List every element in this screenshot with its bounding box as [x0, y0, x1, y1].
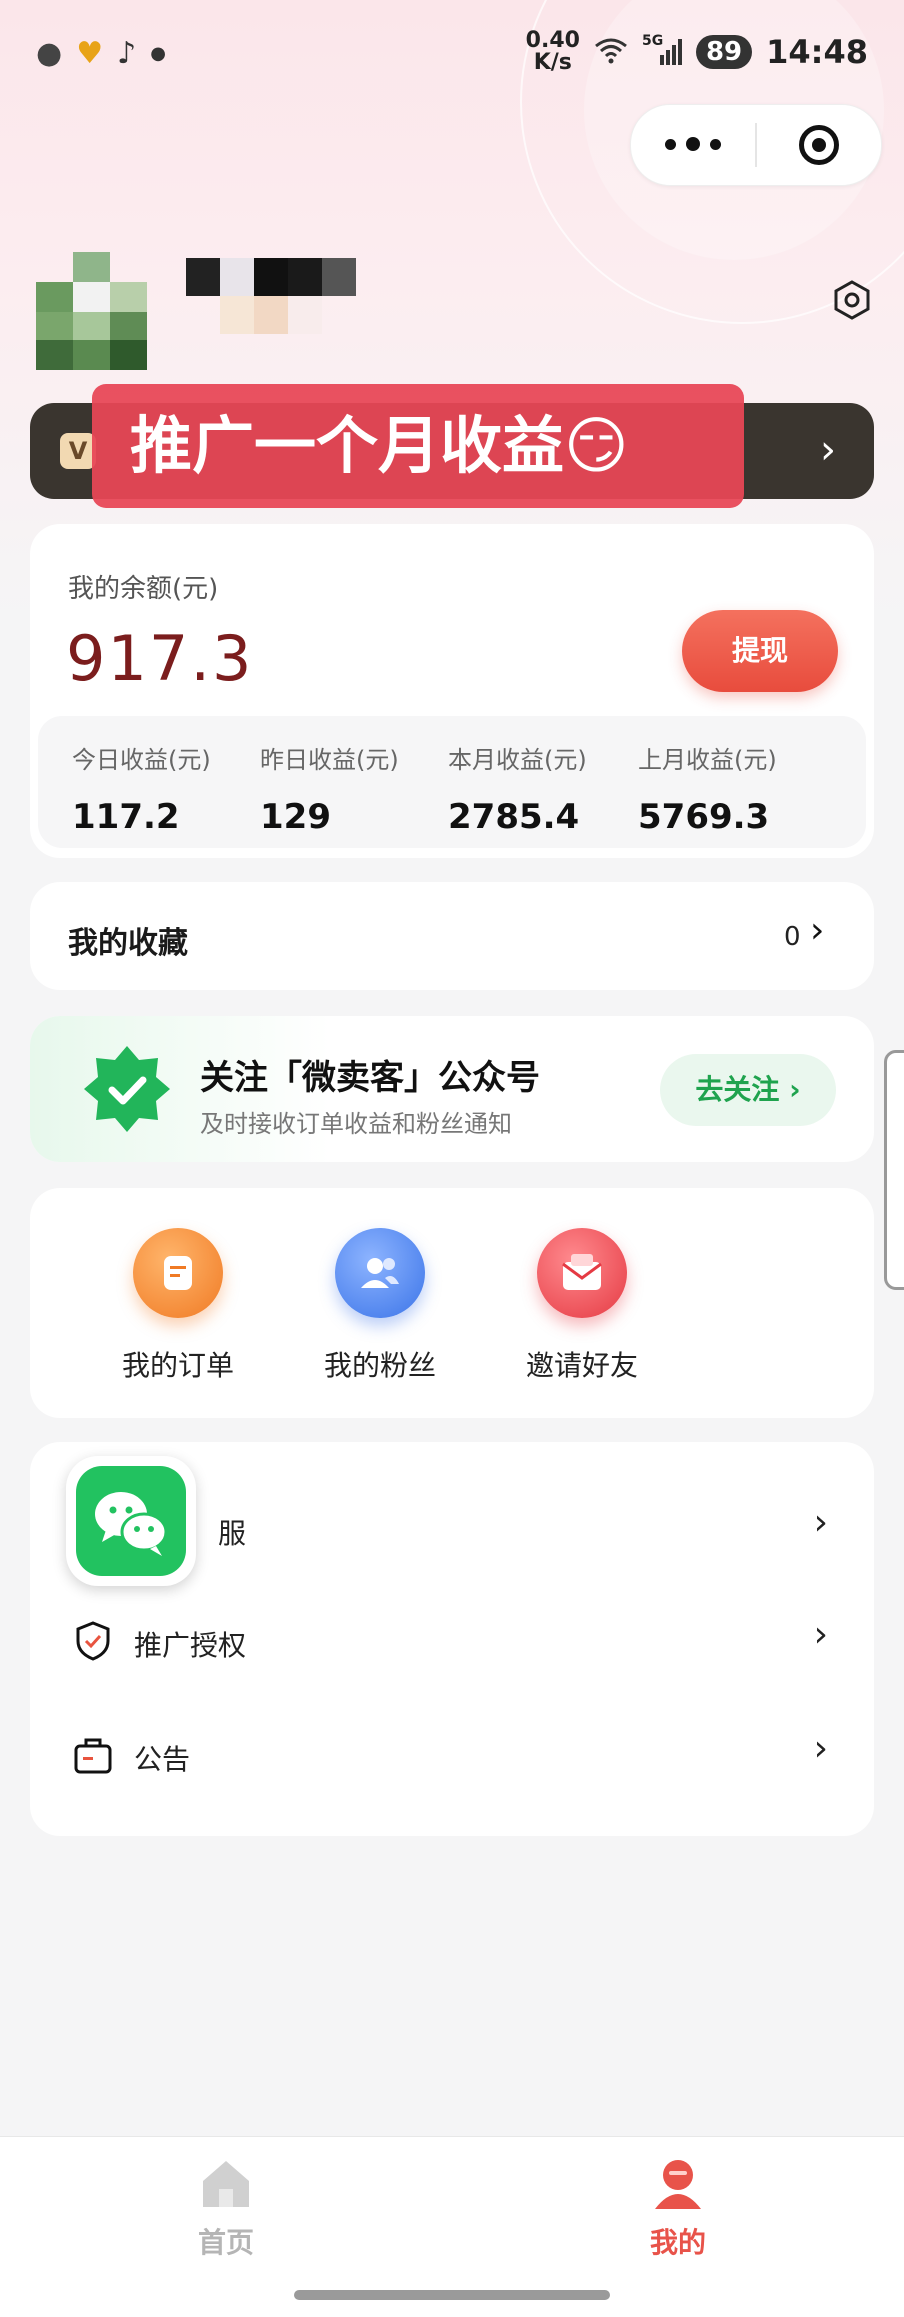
shortcut-invite-friends[interactable]: 邀请好友	[492, 1228, 672, 1384]
menu-item-label: 推广授权	[134, 1629, 247, 1662]
favorites-row[interactable]: 我的收藏 0 ›	[30, 882, 874, 990]
clock: 14:48	[766, 33, 868, 71]
balance-card: 我的余额(元) 917.3 提现 今日收益(元) 117.2 昨日收益(元) 1…	[30, 524, 874, 858]
favorites-count: 0	[784, 922, 801, 952]
chevron-right-icon: ›	[820, 427, 836, 473]
follow-button[interactable]: 去关注 ›	[660, 1054, 836, 1126]
fans-icon	[335, 1228, 425, 1318]
menu-item-announcement[interactable]: 公告 ›	[30, 1702, 874, 1802]
chevron-right-icon: ›	[810, 910, 825, 951]
menu-item-label: 公告	[134, 1743, 191, 1776]
battery-indicator: 89	[695, 35, 753, 69]
orders-icon	[133, 1228, 223, 1318]
overlay-caption: 推广一个月收益😏	[92, 384, 744, 508]
notification-icons: ● ♥ ♪ ●	[36, 36, 166, 71]
wechat-notification-icon: ●	[36, 36, 63, 71]
close-miniprogram-icon[interactable]	[757, 125, 881, 165]
stat-today: 今日收益(元) 117.2	[72, 746, 211, 837]
avatar[interactable]	[36, 252, 148, 370]
tab-label: 首页	[197, 2226, 254, 2259]
wechat-icon	[66, 1456, 196, 1586]
tab-label: 我的	[649, 2226, 706, 2259]
tab-mine[interactable]: 我的	[578, 2157, 778, 2261]
network-speed: 0.40 K/s	[525, 28, 580, 75]
signal-icon: 5G	[642, 33, 682, 67]
settings-icon[interactable]	[832, 280, 872, 320]
follow-account-card: 关注「微卖客」公众号 及时接收订单收益和粉丝通知 去关注 ›	[30, 1016, 874, 1162]
follow-title: 关注「微卖客」公众号	[200, 1058, 540, 1098]
nickname-blurred	[186, 258, 406, 334]
miniprogram-capsule	[630, 104, 882, 186]
home-icon	[197, 2157, 255, 2211]
scroll-indicator[interactable]	[884, 1050, 904, 1290]
stat-last-month: 上月收益(元) 5769.3	[638, 746, 777, 837]
shortcut-label: 邀请好友	[525, 1349, 638, 1382]
balance-value: 917.3	[66, 622, 254, 695]
verified-badge-icon	[82, 1044, 172, 1134]
announcement-icon	[72, 1734, 114, 1776]
favorites-title: 我的收藏	[68, 926, 188, 961]
shortcut-my-orders[interactable]: 我的订单	[88, 1228, 268, 1384]
wifi-icon	[594, 36, 628, 68]
follow-subtitle: 及时接收订单收益和粉丝通知	[200, 1110, 512, 1138]
invite-icon	[537, 1228, 627, 1318]
chevron-right-icon: ›	[813, 1614, 828, 1655]
more-dot-icon: ●	[150, 43, 166, 64]
earnings-stats: 今日收益(元) 117.2 昨日收益(元) 129 本月收益(元) 2785.4…	[38, 716, 866, 848]
chevron-right-icon: ›	[813, 1502, 828, 1543]
tab-home[interactable]: 首页	[126, 2157, 326, 2261]
vip-badge-icon: V	[60, 433, 96, 469]
home-indicator	[294, 2290, 610, 2300]
balance-label: 我的余额(元)	[68, 574, 219, 604]
shield-icon	[72, 1620, 114, 1662]
shortcut-label: 我的订单	[121, 1349, 234, 1382]
chevron-right-icon: ›	[813, 1728, 828, 1769]
withdraw-button[interactable]: 提现	[682, 610, 838, 692]
stat-yesterday: 昨日收益(元) 129	[260, 746, 399, 837]
menu-item-label: 服	[218, 1517, 247, 1550]
shortcut-label: 我的粉丝	[323, 1349, 436, 1382]
shortcuts-card: 我的订单 我的粉丝 邀请好友	[30, 1188, 874, 1418]
shortcut-my-fans[interactable]: 我的粉丝	[290, 1228, 470, 1384]
tiktok-icon: ♪	[117, 36, 137, 71]
stat-this-month: 本月收益(元) 2785.4	[448, 746, 587, 837]
menu-item-promotion-authorization[interactable]: 推广授权 ›	[30, 1588, 874, 1688]
heart-app-icon: ♥	[76, 36, 104, 71]
more-menu-icon[interactable]	[631, 137, 755, 151]
profile-icon	[649, 2157, 707, 2211]
status-bar: ● ♥ ♪ ● 0.40 K/s 5G 89 14:48	[0, 0, 904, 110]
